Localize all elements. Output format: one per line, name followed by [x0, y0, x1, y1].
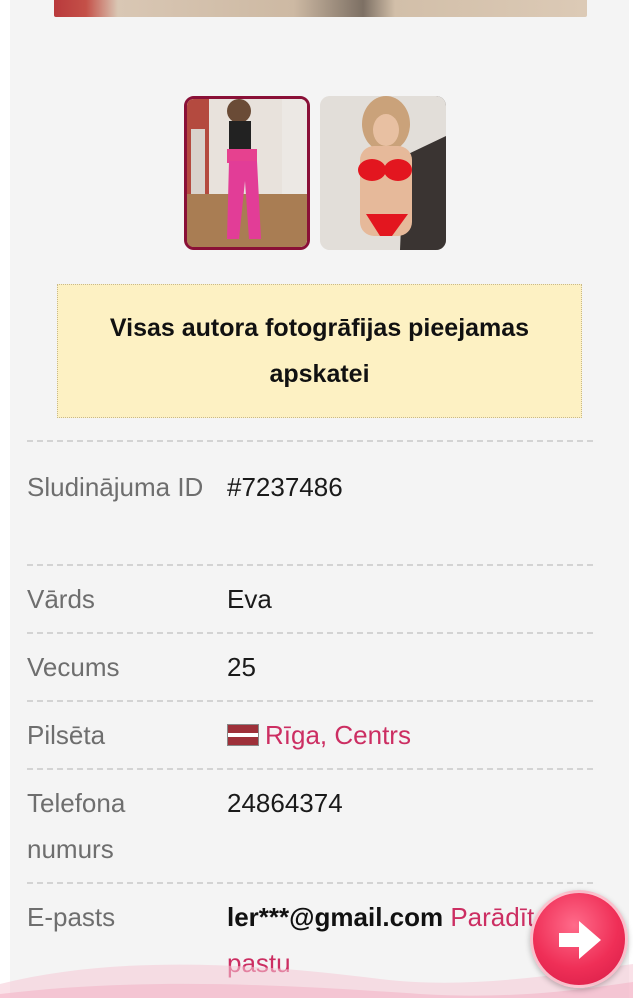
notice-text: Visas autora fotogrāfijas pieejamas apsk…: [109, 314, 530, 388]
phone-link[interactable]: 24864374: [227, 780, 593, 826]
details-table: Sludinājuma ID #7237486 Vārds Eva Vecums…: [27, 440, 593, 994]
detail-label: Telefona numurs: [27, 788, 126, 864]
detail-value: 25: [227, 652, 256, 682]
detail-label: Pilsēta: [27, 720, 106, 750]
detail-row-id: Sludinājuma ID #7237486: [27, 442, 593, 564]
detail-value: #7237486: [227, 472, 343, 502]
main-photo[interactable]: [54, 0, 587, 17]
detail-label: Vecums: [27, 652, 120, 682]
photo-image: [187, 99, 307, 247]
detail-value: Rīga, Centrs: [227, 712, 593, 758]
detail-row-email: E-pasts ler***@gmail.com Parādīt pastu: [27, 884, 593, 994]
detail-value: Eva: [227, 584, 272, 614]
email-masked: ler***@gmail.com: [227, 902, 444, 932]
city-link[interactable]: Rīga, Centrs: [265, 720, 411, 750]
detail-label: Sludinājuma ID: [27, 472, 204, 502]
bottom-edge: [0, 998, 633, 1004]
thumb-photo-1[interactable]: [184, 96, 310, 250]
latvia-flag-icon: [227, 724, 259, 746]
next-button[interactable]: [530, 890, 628, 988]
thumb-photo-2[interactable]: [320, 96, 446, 250]
detail-row-city: Pilsēta Rīga, Centrs: [27, 702, 593, 768]
photos-available-notice: Visas autora fotogrāfijas pieejamas apsk…: [57, 284, 582, 418]
detail-label: Vārds: [27, 584, 95, 614]
detail-row-age: Vecums 25: [27, 634, 593, 700]
photo-image: [320, 96, 446, 250]
detail-row-name: Vārds Eva: [27, 566, 593, 632]
detail-row-phone: Telefona numurs 24864374: [27, 770, 593, 882]
arrow-right-icon: [559, 921, 601, 959]
detail-label: E-pasts: [27, 902, 116, 932]
